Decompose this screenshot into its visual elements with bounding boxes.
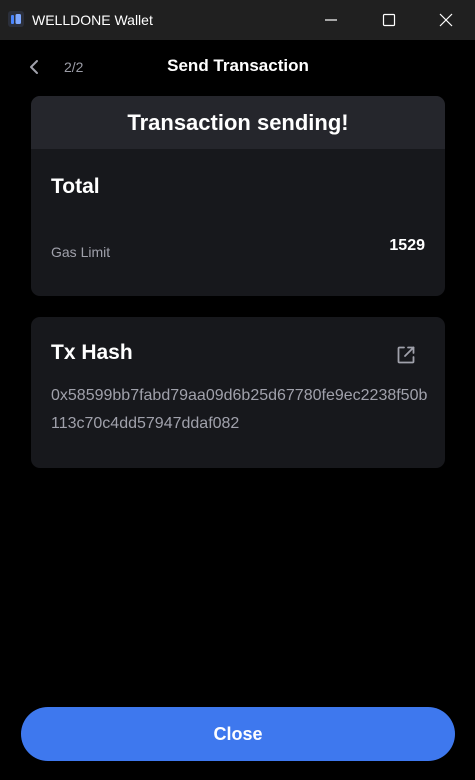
gas-limit-value: 1529: [389, 237, 425, 254]
close-icon: [439, 13, 453, 27]
minimize-button[interactable]: [302, 0, 360, 40]
chevron-left-icon: [30, 60, 38, 74]
page-title: Send Transaction: [167, 56, 309, 75]
app-logo-icon: [8, 11, 24, 27]
step-indicator: 2/2: [64, 59, 84, 75]
window-title: WELLDONE Wallet: [32, 12, 153, 28]
external-link-icon[interactable]: [395, 344, 417, 366]
close-button[interactable]: Close: [21, 707, 455, 761]
gas-limit-label: Gas Limit: [51, 244, 111, 260]
window-close-button[interactable]: [417, 0, 475, 40]
tx-hash-value: 0x58599bb7fabd79aa09d6b25d67780fe9ec2238…: [51, 387, 428, 432]
window-titlebar: WELLDONE Wallet: [0, 0, 475, 40]
minimize-icon: [325, 19, 337, 21]
back-button[interactable]: [24, 56, 46, 78]
status-text: Transaction sending!: [127, 109, 349, 135]
maximize-icon: [382, 13, 396, 27]
status-header: Transaction sending!: [31, 96, 445, 149]
tx-hash-title: Tx Hash: [51, 341, 133, 364]
tx-hash-card: Tx Hash 0x58599bb7fabd79aa09d6b25d67780f…: [31, 317, 445, 468]
maximize-button[interactable]: [360, 0, 418, 40]
total-label: Total: [51, 175, 100, 198]
transaction-status-card: Transaction sending! Total Gas Limit 152…: [31, 96, 445, 296]
